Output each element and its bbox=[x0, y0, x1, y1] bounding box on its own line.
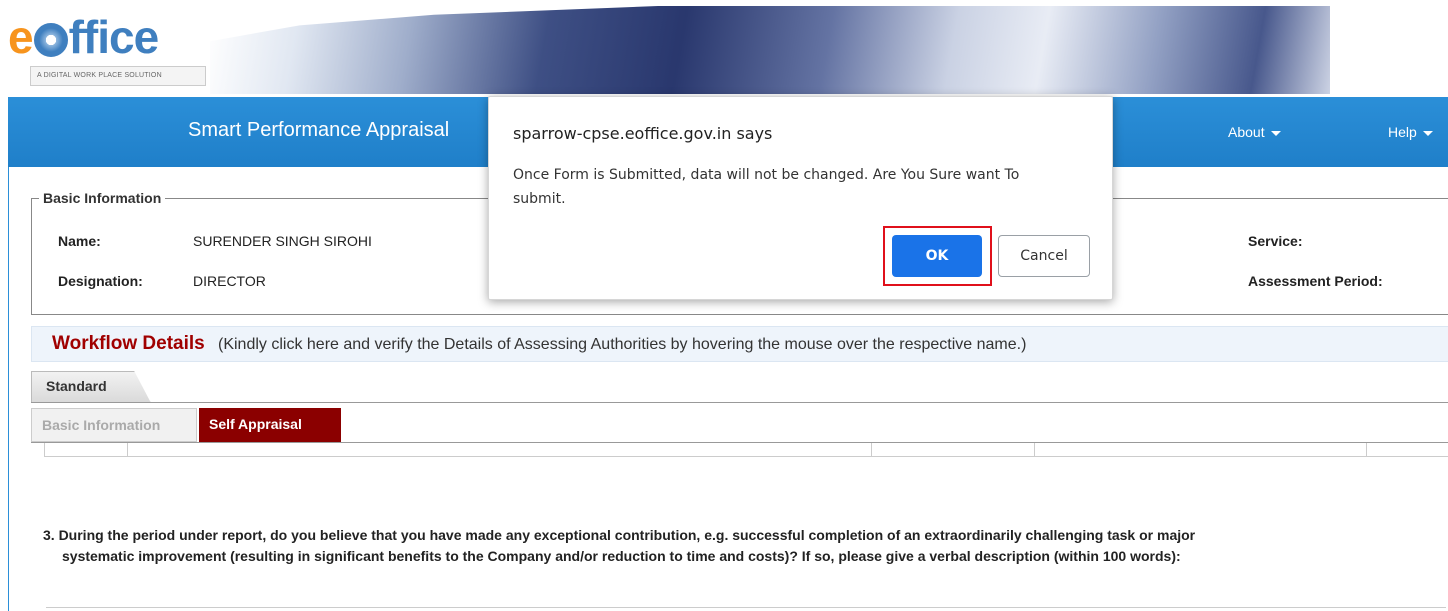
dialog-message: Once Form is Submitted, data will not be… bbox=[513, 167, 1020, 207]
table-col-divider bbox=[127, 443, 128, 457]
table-col-divider bbox=[44, 443, 45, 457]
workflow-title[interactable]: Workflow Details bbox=[52, 333, 205, 355]
question-3: 3. During the period under report, do yo… bbox=[43, 525, 1438, 567]
help-label: Help bbox=[1388, 124, 1417, 140]
question-line-2: systematic improvement (resulting in sig… bbox=[62, 548, 1181, 564]
name-label: Name: bbox=[58, 233, 101, 249]
header-banner: e ffice A DIGITAL WORK PLACE SOLUTION bbox=[0, 0, 1448, 96]
confirm-dialog: sparrow-cpse.eoffice.gov.in says Once Fo… bbox=[488, 96, 1113, 300]
logo-e: e bbox=[8, 11, 34, 63]
dialog-title: sparrow-cpse.eoffice.gov.in says bbox=[513, 124, 773, 143]
logo-rest: ffice bbox=[68, 11, 160, 63]
help-menu[interactable]: Help bbox=[1388, 124, 1433, 140]
eoffice-logo: e ffice bbox=[8, 11, 160, 63]
designation-label: Designation: bbox=[58, 273, 143, 289]
designation-value: DIRECTOR bbox=[193, 273, 266, 289]
app-title: Smart Performance Appraisal bbox=[188, 119, 450, 141]
name-value: SURENDER SINGH SIROHI bbox=[193, 233, 372, 249]
chevron-down-icon bbox=[1422, 130, 1433, 136]
tab-standard-label[interactable]: Standard bbox=[46, 378, 107, 394]
service-label: Service: bbox=[1248, 233, 1303, 249]
table-col-divider bbox=[871, 443, 872, 457]
logo-tagline: A DIGITAL WORK PLACE SOLUTION bbox=[30, 66, 206, 86]
tab-basic-information[interactable]: Basic Information bbox=[31, 408, 197, 442]
tab-self-appraisal[interactable]: Self Appraisal bbox=[199, 408, 341, 442]
tab-basic-information-label: Basic Information bbox=[42, 417, 161, 433]
assessment-period-label: Assessment Period: bbox=[1248, 273, 1383, 289]
globe-icon bbox=[33, 23, 68, 57]
table-border bbox=[44, 456, 1448, 457]
chevron-down-icon bbox=[1270, 130, 1281, 136]
workflow-details-bar[interactable]: Workflow Details (Kindly click here and … bbox=[31, 326, 1448, 362]
question-line-1: 3. During the period under report, do yo… bbox=[43, 527, 1196, 543]
table-col-divider bbox=[1034, 443, 1035, 457]
workflow-note: (Kindly click here and verify the Detail… bbox=[218, 336, 1027, 353]
cancel-button[interactable]: Cancel bbox=[998, 235, 1090, 277]
answer-textarea[interactable] bbox=[46, 607, 1446, 611]
basic-info-legend: Basic Information bbox=[39, 190, 166, 206]
ok-button[interactable]: OK bbox=[892, 235, 982, 277]
about-label: About bbox=[1228, 124, 1265, 140]
page-border bbox=[8, 167, 9, 611]
table-col-divider bbox=[1366, 443, 1367, 457]
about-menu[interactable]: About bbox=[1228, 124, 1281, 140]
banner-art bbox=[210, 6, 1330, 94]
tab-self-appraisal-label: Self Appraisal bbox=[209, 416, 302, 432]
tab-divider bbox=[31, 402, 1448, 403]
